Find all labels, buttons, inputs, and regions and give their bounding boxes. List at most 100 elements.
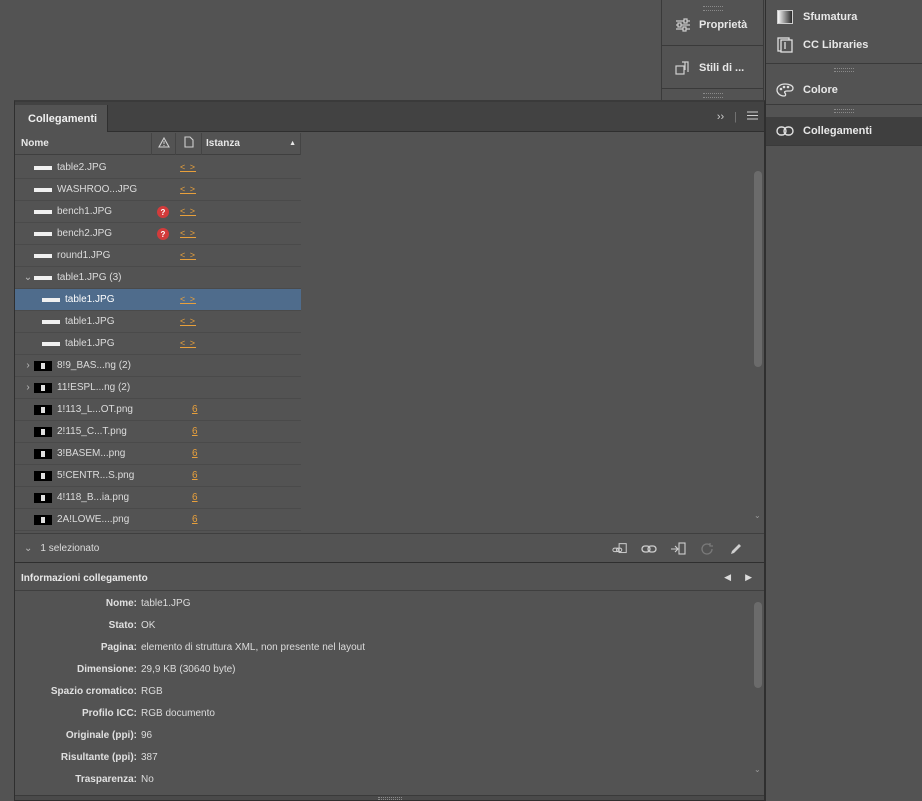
column-name[interactable]: Nome — [15, 138, 151, 149]
instance-link[interactable]: < > — [180, 338, 196, 348]
selection-count: 1 selezionato — [40, 542, 100, 554]
instance-link[interactable]: < > — [180, 228, 196, 238]
panel-resize-grip[interactable] — [15, 795, 764, 800]
instance-link[interactable]: 6 — [192, 404, 198, 415]
relink-icon[interactable] — [641, 541, 657, 557]
instance-link[interactable]: < > — [180, 294, 196, 304]
expand-toggle-icon[interactable]: › — [22, 360, 34, 371]
link-name: table1.JPG (3) — [57, 272, 122, 283]
collapse-icon[interactable]: ›› — [717, 111, 724, 123]
next-icon[interactable]: ▶ — [745, 572, 752, 583]
dock-item-gradient[interactable]: Sfumatura — [766, 3, 922, 31]
table-row[interactable]: table1.JPG < > — [15, 311, 301, 333]
link-name: WASHROO...JPG — [57, 184, 138, 195]
table-row[interactable]: 1!113_L...OT.png 6 — [15, 399, 301, 421]
expand-toggle-icon[interactable]: ⌄ — [22, 272, 34, 283]
instance-link[interactable]: 6 — [192, 448, 198, 459]
dock-grip[interactable] — [702, 93, 723, 98]
dock-item-label: Colore — [803, 84, 838, 96]
table-row[interactable]: › 8!9_BAS...ng (2) — [15, 355, 301, 377]
instance-link[interactable]: < > — [180, 184, 196, 194]
scroll-down-icon[interactable]: ⌄ — [754, 765, 761, 774]
column-instance[interactable]: Istanza ▲ — [201, 132, 301, 155]
thumbnail-icon — [42, 339, 60, 349]
missing-link-icon[interactable]: ? — [157, 206, 169, 218]
expand-toggle-icon[interactable]: › — [22, 382, 34, 393]
dock-column-right: Sfumatura CC Libraries Colore Collegamen… — [765, 0, 922, 801]
instance-link[interactable]: 6 — [192, 492, 198, 503]
panel-menu-icon[interactable] — [747, 111, 758, 123]
link-name: 4!118_B...ia.png — [57, 492, 130, 503]
thumbnail-icon — [34, 273, 52, 283]
info-scrollbar[interactable]: ⌄ — [752, 594, 764, 774]
update-link-icon[interactable] — [699, 541, 715, 557]
links-panel: Collegamenti ›› | Nome Istanza ▲ table2.… — [14, 100, 765, 801]
info-row: Profilo ICC: RGB documento — [15, 702, 735, 724]
dock-item-color[interactable]: Colore — [766, 76, 922, 104]
dock-button-styles[interactable]: Stili di ... — [662, 54, 763, 82]
relink-from-cc-icon[interactable] — [612, 541, 628, 557]
go-to-link-icon[interactable] — [670, 541, 686, 557]
table-row[interactable]: table2.JPG < > — [15, 157, 301, 179]
links-icon — [776, 122, 794, 140]
dock-separator[interactable] — [766, 104, 922, 117]
dock-column-collapsed: Proprietà Stili di ... — [661, 0, 764, 101]
info-key: Originale (ppi): — [65, 729, 137, 741]
links-scrollbar[interactable]: ⌄ — [752, 157, 764, 520]
table-row[interactable]: 5!CENTR...S.png 6 — [15, 465, 301, 487]
table-row[interactable]: 2!115_C...T.png 6 — [15, 421, 301, 443]
instance-link[interactable]: 6 — [192, 426, 198, 437]
sort-up-icon: ▲ — [289, 140, 296, 147]
info-key: Pagina: — [100, 641, 137, 653]
table-row[interactable]: round1.JPG < > — [15, 245, 301, 267]
sliders-icon — [674, 16, 692, 34]
instance-link[interactable]: < > — [180, 250, 196, 260]
instance-link[interactable]: 6 — [192, 514, 198, 525]
missing-link-icon[interactable]: ? — [157, 228, 169, 240]
scrollbar-thumb[interactable] — [754, 171, 762, 367]
table-row[interactable]: 4!118_B...ia.png 6 — [15, 487, 301, 509]
link-name: table2.JPG — [57, 162, 107, 173]
info-key: Risultante (ppi): — [60, 751, 137, 763]
cc-libraries-icon — [776, 36, 794, 54]
status-toolbar — [612, 541, 744, 557]
thumbnail-icon — [34, 229, 52, 239]
table-row[interactable]: bench1.JPG? < > — [15, 201, 301, 223]
thumbnail-icon — [34, 470, 52, 481]
dock-item-cc-libraries[interactable]: CC Libraries — [766, 31, 922, 59]
instance-link[interactable]: 6 — [192, 470, 198, 481]
scrollbar-thumb[interactable] — [754, 602, 762, 688]
info-row: Pagina: elemento di struttura XML, non pr… — [15, 636, 735, 658]
link-info-list: Nome: table1.JPG Stato: OK Pagina: elemento d… — [15, 592, 735, 790]
table-row[interactable]: bench2.JPG? < > — [15, 223, 301, 245]
edit-original-icon[interactable] — [728, 541, 744, 557]
instance-link[interactable]: < > — [180, 162, 196, 172]
table-row[interactable]: ⌄ table1.JPG (3) — [15, 267, 301, 289]
instance-link[interactable]: < > — [180, 316, 196, 326]
selection-toggle[interactable]: ⌄ 1 selezionato — [24, 543, 99, 554]
panel-statusbar: ⌄ 1 selezionato — [15, 533, 764, 563]
link-info-header[interactable]: Informazioni collegamento ◀ ▶ — [15, 566, 764, 591]
column-status[interactable] — [151, 132, 175, 155]
link-name: table1.JPG — [65, 316, 115, 327]
info-value: 387 — [141, 751, 158, 763]
scroll-down-icon[interactable]: ⌄ — [754, 511, 761, 520]
thumbnail-icon — [42, 295, 60, 305]
table-row[interactable]: 3!BASEM...png 6 — [15, 443, 301, 465]
table-row[interactable]: table1.JPG < > — [15, 333, 301, 355]
dock-item-links[interactable]: Collegamenti — [766, 117, 922, 145]
previous-icon[interactable]: ◀ — [724, 572, 731, 583]
link-name: 5!CENTR...S.png — [57, 470, 135, 481]
instance-link[interactable]: < > — [180, 206, 196, 216]
table-row[interactable]: › 11!ESPL...ng (2) — [15, 377, 301, 399]
column-instance-label: Istanza — [206, 138, 240, 149]
dock-button-properties[interactable]: Proprietà — [662, 11, 763, 39]
table-row[interactable]: table1.JPG < > — [15, 289, 301, 311]
tab-links[interactable]: Collegamenti — [15, 105, 108, 132]
table-row[interactable]: WASHROO...JPG < > — [15, 179, 301, 201]
dock-separator[interactable] — [766, 63, 922, 76]
info-row: Nome: table1.JPG — [15, 592, 735, 614]
info-value: table1.JPG — [141, 597, 191, 609]
table-row[interactable]: 2A!LOWE....png 6 — [15, 509, 301, 531]
column-page[interactable] — [175, 132, 201, 155]
